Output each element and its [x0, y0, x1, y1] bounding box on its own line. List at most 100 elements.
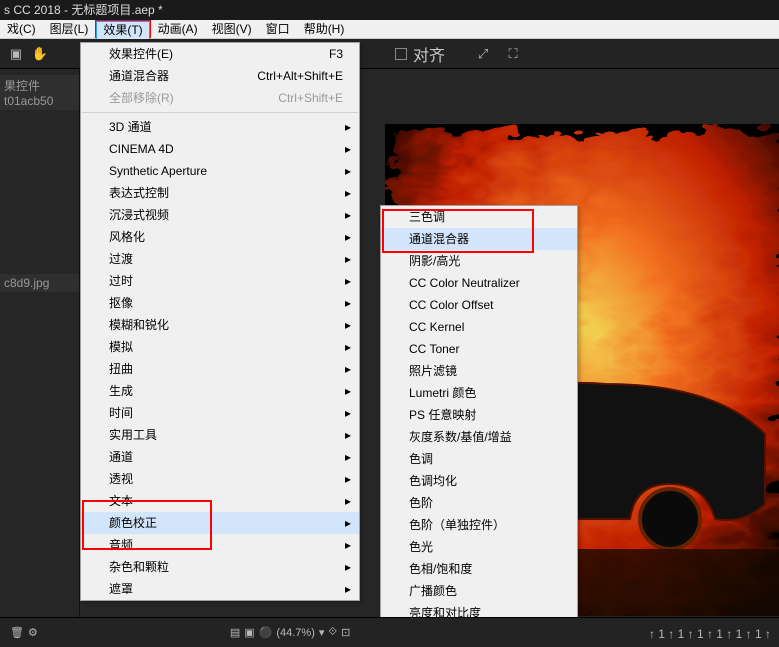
menu-item[interactable]: 风格化▸ — [81, 226, 359, 248]
align-label: 对齐 — [413, 42, 445, 66]
icon[interactable]: ▣ — [244, 626, 254, 639]
menu-item[interactable]: 戏(C) — [0, 20, 43, 38]
menu-item[interactable]: 遮罩▸ — [81, 578, 359, 600]
panel-tab[interactable]: c8d9.jpg — [0, 274, 79, 292]
menu-item[interactable]: 通道混合器 — [381, 228, 577, 250]
menu-item[interactable]: 色阶（单独控件） — [381, 514, 577, 536]
app-title: s CC 2018 - 无标题项目.aep * — [4, 3, 163, 17]
submenu-arrow-icon: ▸ — [345, 314, 351, 336]
menu-item[interactable]: 图层(L) — [43, 20, 96, 38]
submenu-arrow-icon: ▸ — [345, 490, 351, 512]
submenu-arrow-icon: ▸ — [345, 204, 351, 226]
icon[interactable]: ⟐ — [328, 626, 337, 639]
left-panel: 果控件 t01acb50 c8d9.jpg — [0, 69, 80, 629]
menu-item[interactable]: 帮助(H) — [297, 20, 352, 38]
submenu-arrow-icon: ▸ — [345, 534, 351, 556]
submenu-arrow-icon: ▸ — [345, 270, 351, 292]
menu-item[interactable]: 透视▸ — [81, 468, 359, 490]
icon[interactable]: ⊡ — [341, 626, 350, 639]
menu-item[interactable]: 颜色校正▸ — [81, 512, 359, 534]
menu-item[interactable]: 过渡▸ — [81, 248, 359, 270]
menu-item[interactable]: CC Kernel — [381, 316, 577, 338]
menu-item[interactable]: 色调均化 — [381, 470, 577, 492]
trash-icon[interactable]: 🗑 — [10, 626, 24, 639]
menu-item[interactable]: 色阶 — [381, 492, 577, 514]
submenu-arrow-icon: ▸ — [345, 116, 351, 138]
submenu-arrow-icon: ▸ — [345, 446, 351, 468]
submenu-arrow-icon: ▸ — [345, 402, 351, 424]
menu-item[interactable]: 音频▸ — [81, 534, 359, 556]
submenu-arrow-icon: ▸ — [345, 424, 351, 446]
menu-item[interactable]: 沉浸式视频▸ — [81, 204, 359, 226]
submenu-arrow-icon: ▸ — [345, 160, 351, 182]
tool-icon[interactable]: ⤢ — [471, 42, 495, 66]
shortcut-label: Ctrl+Alt+Shift+E — [257, 65, 343, 87]
menu-item[interactable]: 色调 — [381, 448, 577, 470]
submenu-arrow-icon: ▸ — [345, 292, 351, 314]
icon[interactable]: ▤ — [230, 626, 240, 639]
submenu-arrow-icon: ▸ — [345, 138, 351, 160]
color-correction-submenu: 三色调通道混合器阴影/高光CC Color NeutralizerCC Colo… — [380, 205, 578, 647]
tool-icon[interactable]: ▣ — [4, 42, 28, 66]
menu-item[interactable]: 文本▸ — [81, 490, 359, 512]
submenu-arrow-icon: ▸ — [345, 182, 351, 204]
tool-icon[interactable]: ✋ — [28, 42, 52, 66]
submenu-arrow-icon: ▸ — [345, 358, 351, 380]
effects-menu: 效果控件(E)F3通道混合器Ctrl+Alt+Shift+E全部移除(R)Ctr… — [80, 42, 360, 601]
menu-item[interactable]: 实用工具▸ — [81, 424, 359, 446]
menu-item[interactable]: 扭曲▸ — [81, 358, 359, 380]
menu-item[interactable]: 广播颜色 — [381, 580, 577, 602]
menu-item: 全部移除(R)Ctrl+Shift+E — [81, 87, 359, 109]
settings-icon[interactable]: ⚙ — [28, 626, 38, 639]
menu-item[interactable]: 阴影/高光 — [381, 250, 577, 272]
menu-item[interactable]: CC Color Neutralizer — [381, 272, 577, 294]
menu-item[interactable]: Lumetri 颜色 — [381, 382, 577, 404]
menu-item[interactable]: 效果(T) — [96, 21, 149, 40]
menu-item[interactable]: 色相/饱和度 — [381, 558, 577, 580]
icon[interactable]: ⚫ — [259, 626, 273, 639]
menu-item[interactable]: 效果控件(E)F3 — [81, 43, 359, 65]
menu-item[interactable]: 通道混合器Ctrl+Alt+Shift+E — [81, 65, 359, 87]
menu-item[interactable]: 灰度系数/基值/增益 — [381, 426, 577, 448]
submenu-arrow-icon: ▸ — [345, 512, 351, 534]
menu-item[interactable]: 模糊和锐化▸ — [81, 314, 359, 336]
menu-item[interactable]: 3D 通道▸ — [81, 116, 359, 138]
tool-icon[interactable]: ⛶ — [501, 42, 525, 66]
menu-item[interactable]: CC Toner — [381, 338, 577, 360]
menu-item[interactable]: 三色调 — [381, 206, 577, 228]
zoom-level[interactable]: (44.7%) — [276, 627, 315, 639]
menu-item[interactable]: 抠像▸ — [81, 292, 359, 314]
menu-item[interactable]: 视图(V) — [205, 20, 259, 38]
submenu-arrow-icon: ▸ — [345, 578, 351, 600]
menu-item[interactable]: 照片滤镜 — [381, 360, 577, 382]
dropdown-icon[interactable]: ▾ — [319, 626, 325, 639]
menubar: 戏(C)图层(L)效果(T)动画(A)视图(V)窗口帮助(H) — [0, 20, 779, 39]
menu-item[interactable]: 模拟▸ — [81, 336, 359, 358]
menu-item[interactable]: CINEMA 4D▸ — [81, 138, 359, 160]
menu-item[interactable]: 生成▸ — [81, 380, 359, 402]
menu-item[interactable]: 表达式控制▸ — [81, 182, 359, 204]
menu-item[interactable]: 窗口 — [259, 20, 297, 38]
shortcut-label: F3 — [329, 43, 343, 65]
menu-item[interactable]: 杂色和颗粒▸ — [81, 556, 359, 578]
menu-item[interactable]: CC Color Offset — [381, 294, 577, 316]
menu-item[interactable]: 通道▸ — [81, 446, 359, 468]
menu-item[interactable]: 过时▸ — [81, 270, 359, 292]
submenu-arrow-icon: ▸ — [345, 380, 351, 402]
titlebar: s CC 2018 - 无标题项目.aep * — [0, 0, 779, 20]
shortcut-label: Ctrl+Shift+E — [278, 87, 343, 109]
submenu-arrow-icon: ▸ — [345, 336, 351, 358]
submenu-arrow-icon: ▸ — [345, 248, 351, 270]
menu-item[interactable]: 时间▸ — [81, 402, 359, 424]
menu-item[interactable]: 色光 — [381, 536, 577, 558]
checkbox-icon[interactable] — [395, 48, 407, 60]
anchor-arrows: ↑ 1 ↑ 1 ↑ 1 ↑ 1 ↑ 1 ↑ 1 ↑ — [649, 627, 771, 641]
submenu-arrow-icon: ▸ — [345, 556, 351, 578]
separator — [82, 112, 358, 113]
menu-item[interactable]: 动画(A) — [151, 20, 205, 38]
menu-item[interactable]: Synthetic Aperture▸ — [81, 160, 359, 182]
submenu-arrow-icon: ▸ — [345, 468, 351, 490]
panel-tab[interactable]: 果控件 t01acb50 — [0, 75, 79, 110]
submenu-arrow-icon: ▸ — [345, 226, 351, 248]
menu-item[interactable]: PS 任意映射 — [381, 404, 577, 426]
